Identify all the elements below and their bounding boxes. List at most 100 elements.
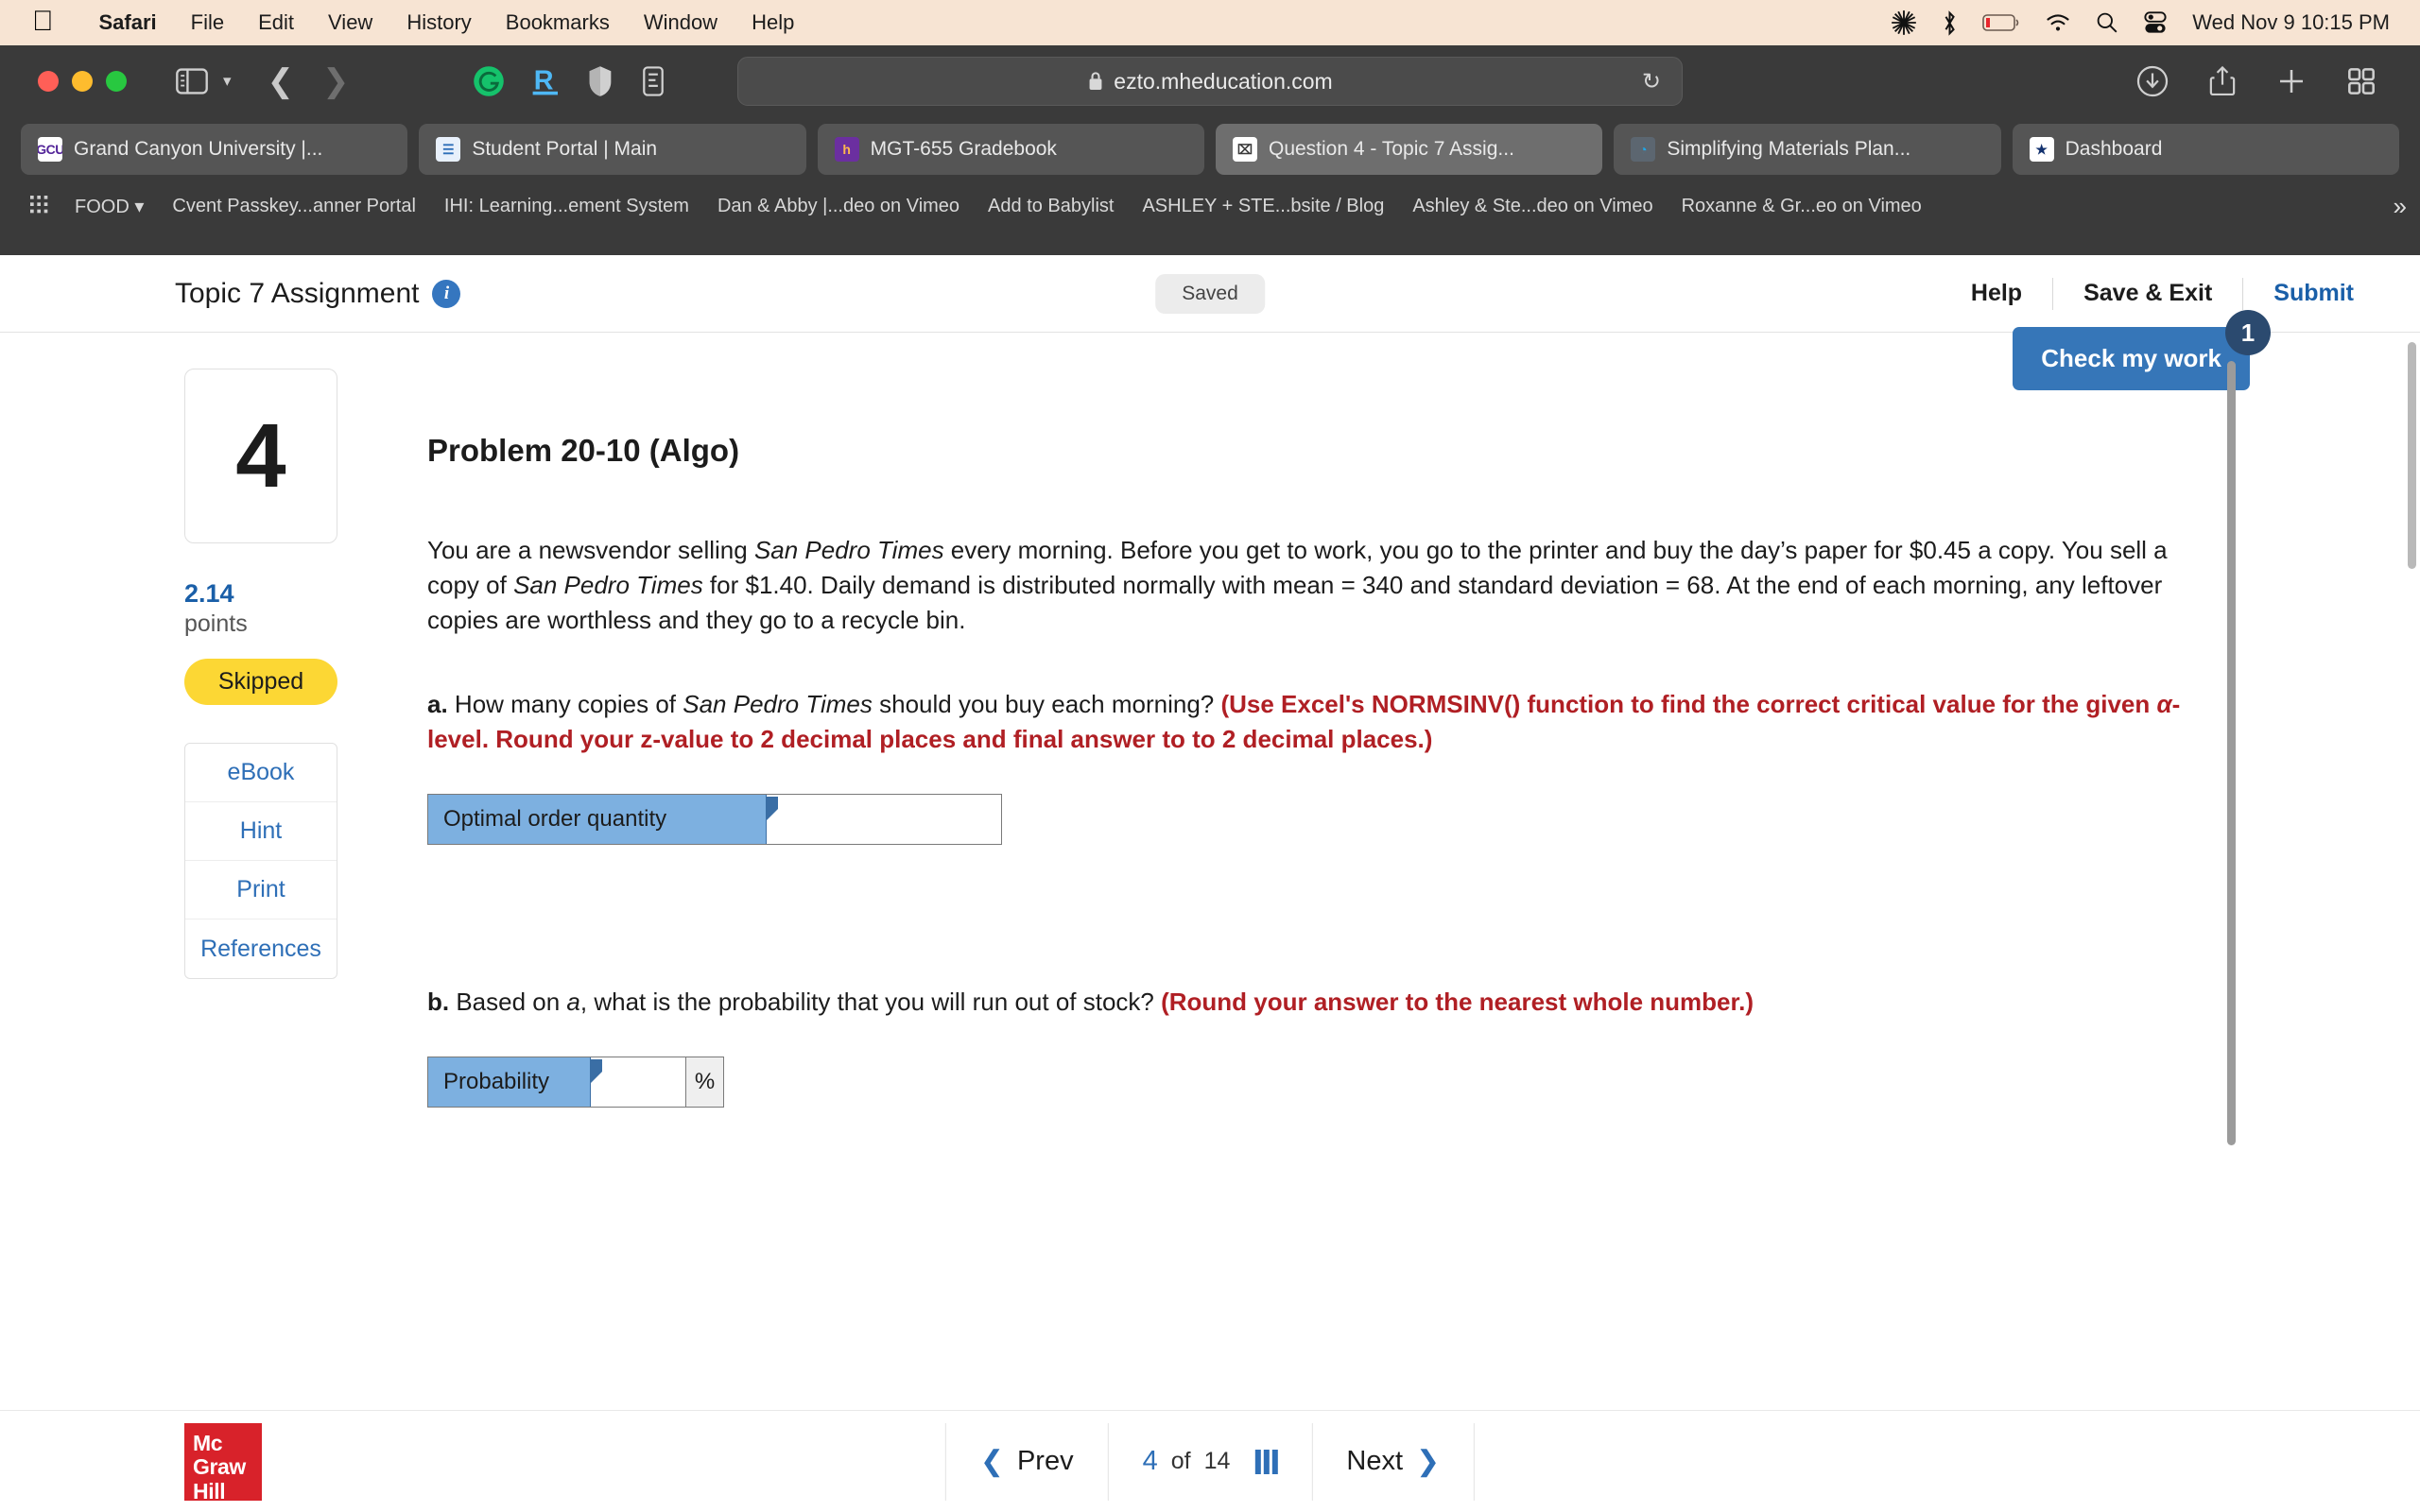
- downloads-icon[interactable]: [2136, 65, 2169, 97]
- ebook-button[interactable]: eBook: [185, 744, 337, 802]
- assignment-footer: Mc Graw Hill ❮ Prev 4 of 14 Next ❯: [0, 1410, 2420, 1512]
- page-content: Topic 7 Assignment i Saved Help Save & E…: [0, 255, 2420, 1512]
- answer-row-probability: Probability %: [427, 1056, 724, 1108]
- bookmark-label: FOOD: [75, 196, 130, 217]
- address-bar[interactable]: ezto.mheducation.com ↻: [737, 57, 1683, 106]
- rakuten-icon[interactable]: R: [531, 64, 562, 98]
- tab-label: MGT-655 Gradebook: [870, 138, 1057, 160]
- sun-burst-icon[interactable]: [1891, 9, 1917, 36]
- browser-tab-grand-canyon[interactable]: GCU Grand Canyon University |...: [21, 124, 408, 175]
- url-text: ezto.mheducation.com: [1114, 68, 1333, 94]
- stem-segment: You are a newsvendor selling: [427, 536, 754, 564]
- part-letter: a.: [427, 689, 448, 718]
- sidebar-toggle-button[interactable]: ▾: [176, 68, 232, 94]
- chevron-left-icon: ❮: [979, 1446, 1004, 1477]
- prev-question-button[interactable]: ❮ Prev: [944, 1422, 1108, 1501]
- zoom-button[interactable]: [106, 71, 127, 92]
- save-and-exit-button[interactable]: Save & Exit: [2053, 280, 2242, 307]
- submit-button[interactable]: Submit: [2243, 280, 2382, 307]
- reload-icon[interactable]: ↻: [1642, 68, 1661, 95]
- menu-item-edit[interactable]: Edit: [241, 10, 311, 35]
- lock-icon: [1087, 70, 1104, 93]
- content-scrollbar-thumb[interactable]: [2227, 361, 2236, 1145]
- navigation-arrows: ❮ ❯: [268, 65, 350, 97]
- browser-tab-simplifying-materials[interactable]: ◔ Simplifying Materials Plan...: [1614, 124, 2001, 175]
- bookmarks-bar: FOOD ▾ Cvent Passkey...anner Portal IHI:…: [0, 181, 2420, 231]
- toolbar-right-icons: [2136, 65, 2392, 97]
- bookmark-ashley-ste-vimeo[interactable]: Ashley & Ste...deo on Vimeo: [1398, 196, 1667, 217]
- page-title: Topic 7 Assignment: [175, 277, 420, 309]
- print-button[interactable]: Print: [185, 861, 337, 919]
- bookmark-dan-abby-vimeo[interactable]: Dan & Abby |...deo on Vimeo: [703, 196, 974, 217]
- problem-stem: You are a newsvendor selling San Pedro T…: [427, 533, 2186, 638]
- assignment-header: Topic 7 Assignment i Saved Help Save & E…: [0, 255, 2420, 333]
- of-label: of: [1170, 1448, 1191, 1474]
- points-value: 2.14: [184, 579, 234, 608]
- probability-input[interactable]: [591, 1057, 685, 1107]
- question-tools: eBook Hint Print References: [184, 743, 337, 979]
- menu-item-bookmarks[interactable]: Bookmarks: [489, 10, 627, 35]
- x-icon: ⌧: [1232, 137, 1257, 162]
- battery-low-icon[interactable]: [1982, 12, 2020, 33]
- control-center-icon[interactable]: [2143, 10, 2168, 35]
- tab-overview-icon[interactable]: [2346, 66, 2377, 96]
- optimal-order-quantity-input[interactable]: [767, 795, 1001, 845]
- part-prompt-segment: should you buy each morning?: [872, 689, 1221, 718]
- question-sidebar: 4 2.14 points Skipped eBook Hint Print R…: [184, 333, 359, 1410]
- references-button[interactable]: References: [185, 919, 337, 978]
- bluetooth-icon[interactable]: [1942, 9, 1958, 36]
- reader-icon[interactable]: [639, 65, 667, 97]
- browser-tab-question-4[interactable]: ⌧ Question 4 - Topic 7 Assig...: [1215, 124, 1603, 175]
- menu-bar-clock[interactable]: Wed Nov 9 10:15 PM: [2192, 10, 2390, 35]
- question-grid-icon[interactable]: [1254, 1449, 1278, 1474]
- bookmark-roxanne-gr-vimeo[interactable]: Roxanne & Gr...eo on Vimeo: [1668, 196, 1936, 217]
- menu-item-history[interactable]: History: [389, 10, 488, 35]
- next-question-button[interactable]: Next ❯: [1311, 1422, 1476, 1501]
- question-part-b: b. Based on a, what is the probability t…: [427, 985, 2204, 1021]
- forward-button[interactable]: ❯: [322, 65, 350, 97]
- student-portal-icon: ☰: [436, 137, 461, 162]
- bookmark-add-to-babylist[interactable]: Add to Babylist: [974, 196, 1128, 217]
- page-scrollbar-thumb[interactable]: [2408, 342, 2416, 569]
- bookmark-ashley-ste-blog[interactable]: ASHLEY + STE...bsite / Blog: [1128, 196, 1398, 217]
- star-shield-icon: ★: [2029, 137, 2054, 162]
- question-body: 4 2.14 points Skipped eBook Hint Print R…: [0, 310, 2420, 1410]
- help-button[interactable]: Help: [1941, 280, 2052, 307]
- minimize-button[interactable]: [72, 71, 93, 92]
- shield-icon[interactable]: [588, 65, 613, 97]
- new-tab-icon[interactable]: [2276, 66, 2307, 96]
- extension-icons: R: [473, 64, 667, 98]
- answer-label: Probability: [428, 1057, 602, 1107]
- bookmark-food[interactable]: FOOD ▾: [60, 195, 158, 218]
- back-button[interactable]: ❮: [268, 65, 295, 97]
- bookmarks-grid-icon[interactable]: [17, 196, 60, 216]
- hint-button[interactable]: Hint: [185, 802, 337, 861]
- bookmark-cvent-passkey[interactable]: Cvent Passkey...anner Portal: [158, 196, 430, 217]
- tab-label: Simplifying Materials Plan...: [1667, 138, 1911, 160]
- menu-item-file[interactable]: File: [174, 10, 241, 35]
- browser-tab-mgt-655-gradebook[interactable]: h MGT-655 Gradebook: [817, 124, 1204, 175]
- tab-strip: GCU Grand Canyon University |... ☰ Stude…: [0, 117, 2420, 181]
- browser-tab-dashboard[interactable]: ★ Dashboard: [2012, 124, 2399, 175]
- apple-icon[interactable]: : [32, 7, 54, 36]
- wifi-icon[interactable]: [2045, 12, 2071, 33]
- current-page: 4: [1142, 1446, 1158, 1476]
- safari-toolbar: ▾ ❮ ❯ R ezto.mheducation.com ↻: [0, 45, 2420, 117]
- menu-item-view[interactable]: View: [311, 10, 389, 35]
- grammarly-icon[interactable]: [473, 65, 505, 97]
- browser-tab-student-portal[interactable]: ☰ Student Portal | Main: [419, 124, 806, 175]
- menu-item-window[interactable]: Window: [627, 10, 735, 35]
- search-icon[interactable]: [2096, 11, 2118, 34]
- chevron-double-right-icon[interactable]: »: [2394, 192, 2407, 221]
- menu-item-safari[interactable]: Safari: [82, 10, 174, 35]
- bookmark-ihi-learning[interactable]: IHI: Learning...ement System: [430, 196, 703, 217]
- share-icon[interactable]: [2208, 65, 2237, 97]
- info-icon[interactable]: i: [432, 279, 461, 308]
- menu-item-help[interactable]: Help: [735, 10, 811, 35]
- close-button[interactable]: [38, 71, 59, 92]
- points-block: 2.14 points: [184, 579, 359, 638]
- part-prompt-italic: a: [566, 988, 580, 1017]
- chevron-down-icon[interactable]: ▾: [223, 72, 232, 91]
- check-my-work-button[interactable]: Check my work: [2013, 327, 2250, 390]
